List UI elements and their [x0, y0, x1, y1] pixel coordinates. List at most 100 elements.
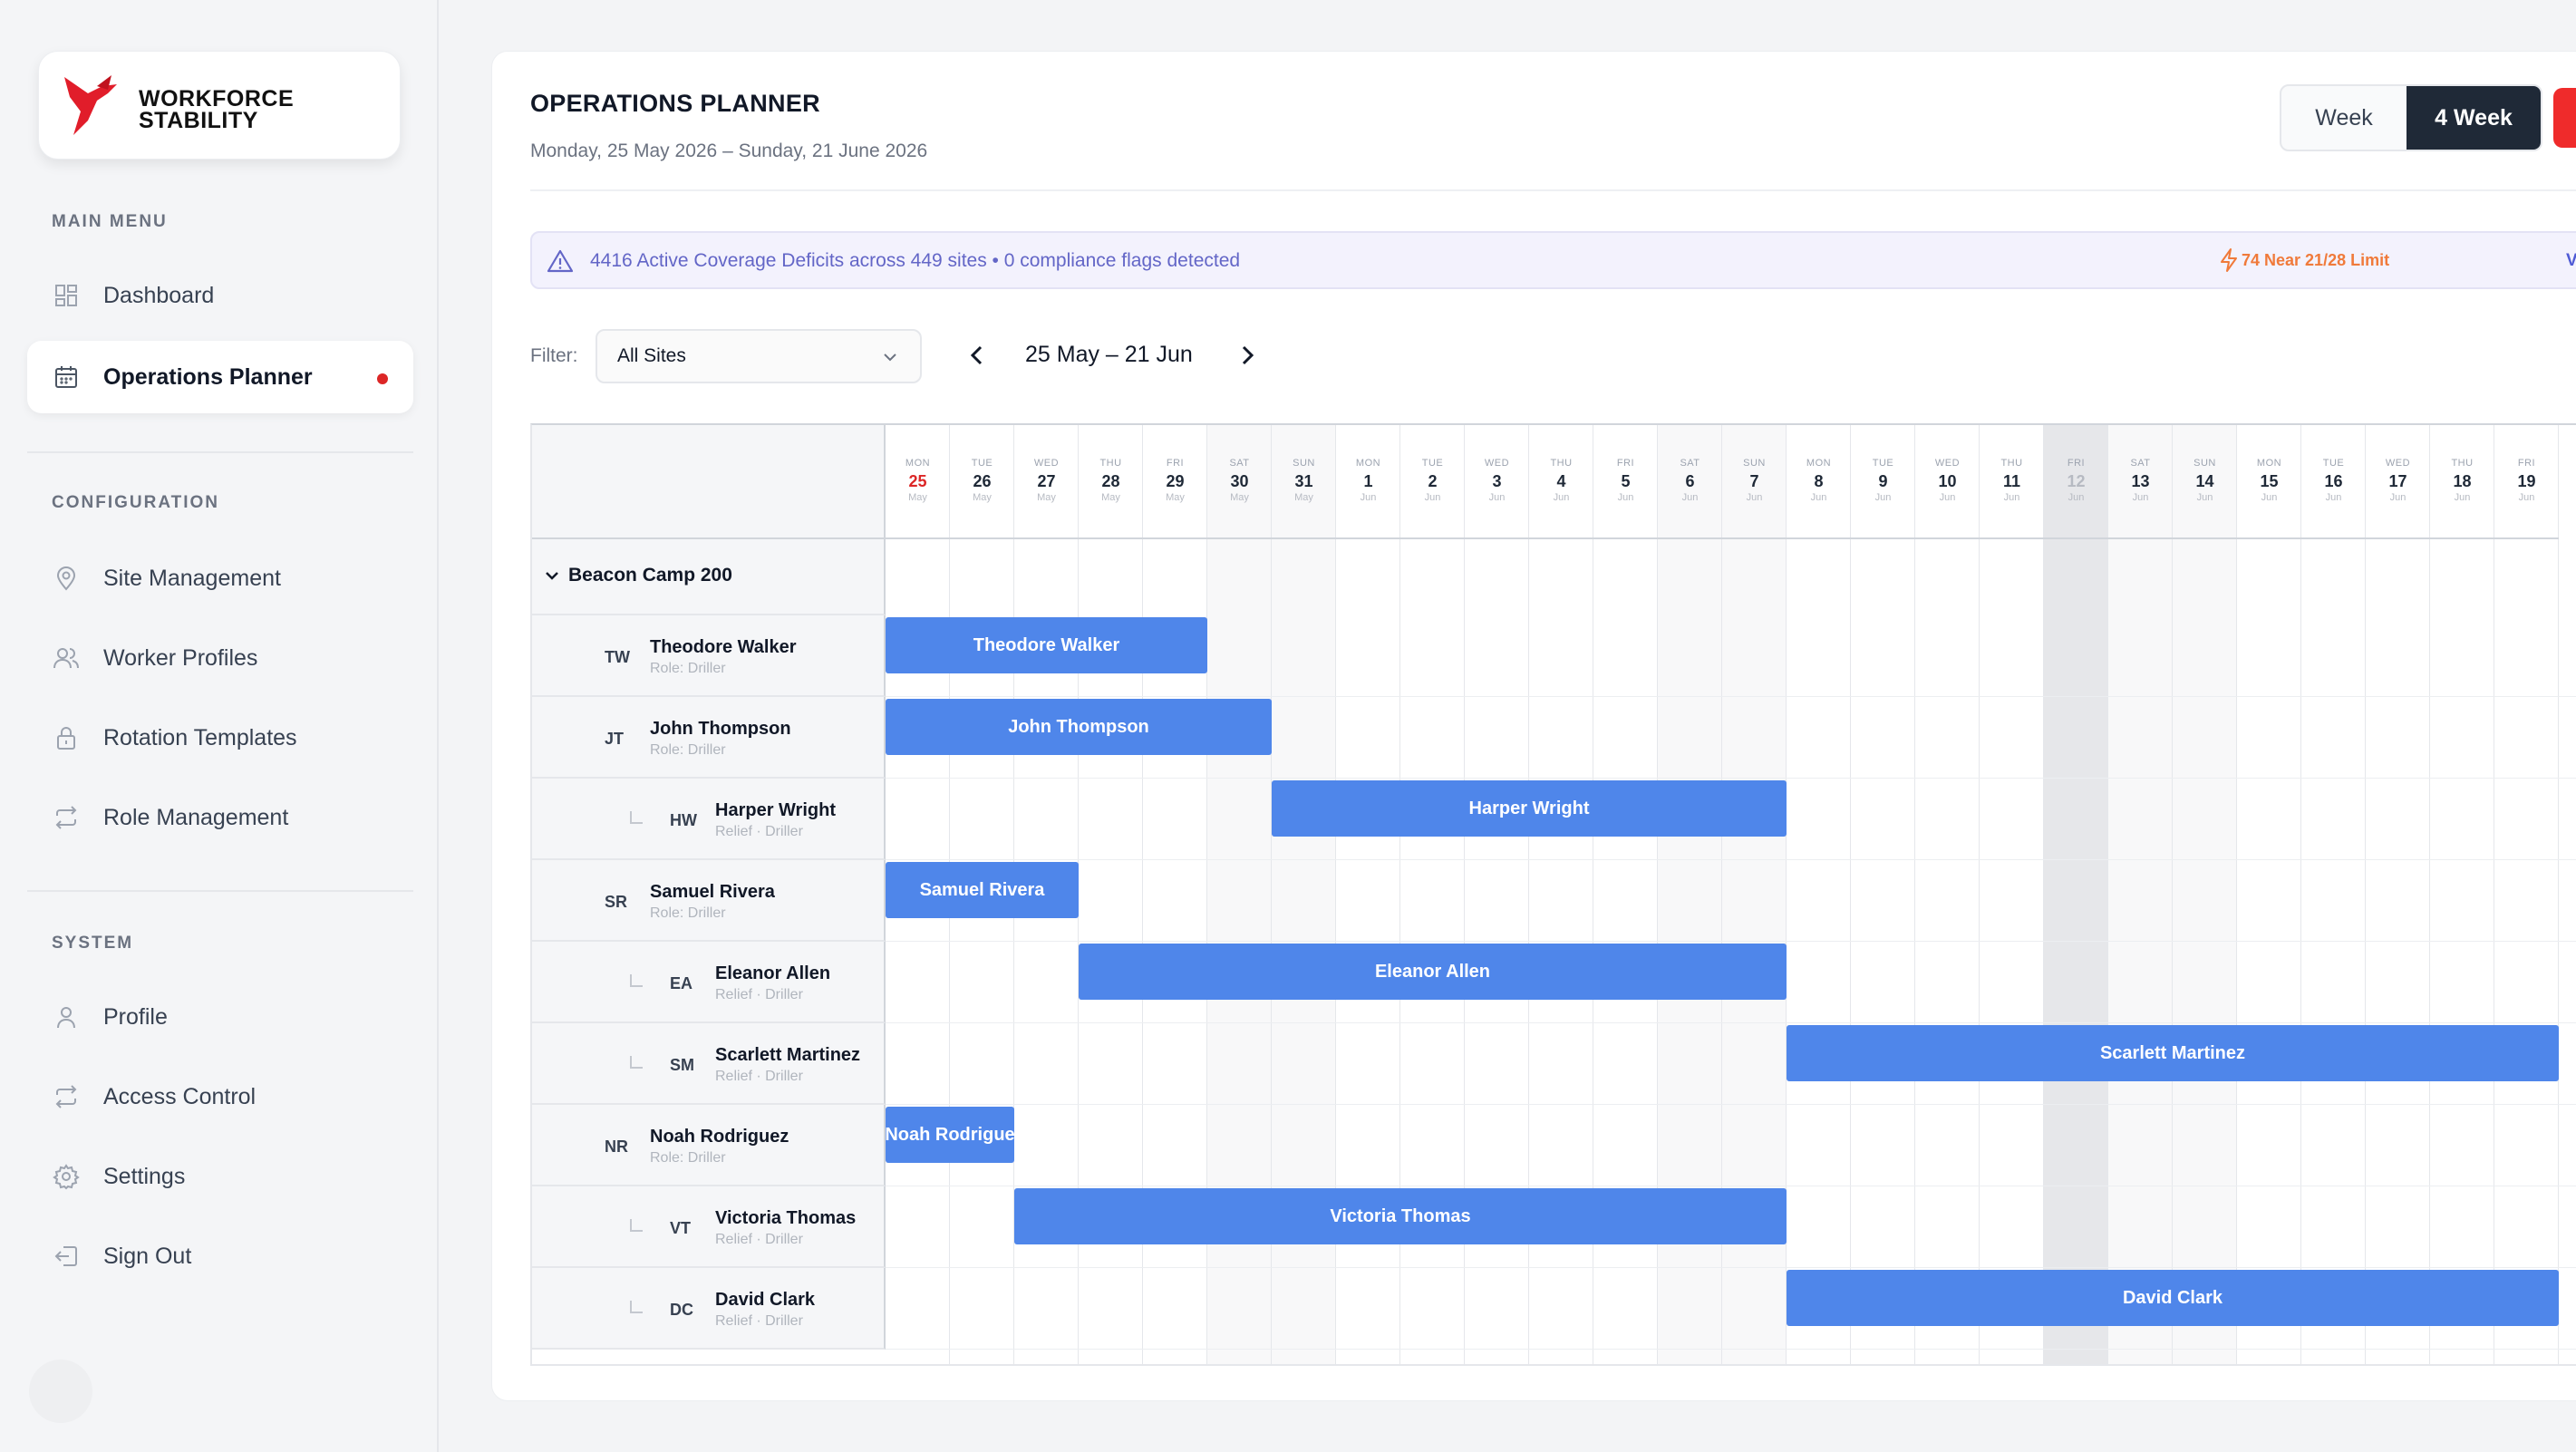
day-header[interactable]: THU 18 Jun	[2430, 425, 2494, 539]
brand-name: WORKFORCE STABILITY	[139, 88, 294, 132]
sidebar-item-dashboard[interactable]: Dashboard	[27, 259, 413, 332]
day-month: Jun	[2068, 492, 2085, 503]
worker-row[interactable]: NR Noah Rodriguez Role: Driller	[532, 1105, 886, 1186]
day-header[interactable]: FRI 5 Jun	[1593, 425, 1658, 539]
grid-icon	[53, 282, 80, 309]
day-header[interactable]: FRI 19 Jun	[2494, 425, 2559, 539]
day-column	[2108, 425, 2173, 1364]
sidebar-item-rotation-templates[interactable]: Rotation Templates	[27, 702, 413, 774]
day-header[interactable]: MON 25 May	[886, 425, 950, 539]
sidebar-item-profile[interactable]: Profile	[27, 981, 413, 1053]
shift-bar[interactable]: Theodore Walker	[886, 617, 1207, 673]
day-header[interactable]: SAT 30 May	[1207, 425, 1272, 539]
sidebar-item-settings[interactable]: Settings	[27, 1140, 413, 1213]
day-number: 4	[1556, 472, 1566, 490]
primary-action-button[interactable]	[2553, 88, 2576, 148]
day-month: Jun	[1360, 492, 1377, 503]
sidebar-item-access-control[interactable]: Access Control	[27, 1060, 413, 1133]
sidebar-item-role-management[interactable]: Role Management	[27, 781, 413, 854]
site-filter-select[interactable]: All Sites	[596, 329, 922, 383]
day-month: Jun	[1681, 492, 1699, 503]
shift-bar[interactable]: David Clark	[1787, 1270, 2559, 1326]
worker-row[interactable]: HW Harper Wright Relief · Driller	[532, 779, 886, 860]
worker-role: Relief · Driller	[715, 1069, 803, 1084]
day-header[interactable]: SUN 14 Jun	[2173, 425, 2237, 539]
view-week-button[interactable]: Week	[2281, 86, 2407, 150]
shift-bar[interactable]: Victoria Thomas	[1014, 1188, 1787, 1244]
day-header[interactable]: TUE 9 Jun	[1851, 425, 1915, 539]
worker-row[interactable]: TW Theodore Walker Role: Driller	[532, 615, 886, 697]
day-of-week: FRI	[1166, 458, 1185, 469]
day-header[interactable]: WED 3 Jun	[1465, 425, 1529, 539]
shift-bar[interactable]: Harper Wright	[1272, 780, 1787, 837]
brand-logo[interactable]: WORKFORCE STABILITY	[38, 51, 401, 160]
day-column	[2173, 425, 2237, 1364]
notification-dot	[377, 373, 388, 384]
relief-indent-icon	[630, 1219, 643, 1232]
page-title: OPERATIONS PLANNER	[530, 90, 820, 117]
worker-row[interactable]: JT John Thompson Role: Driller	[532, 697, 886, 779]
next-period-button[interactable]	[1234, 342, 1261, 369]
day-of-week: MON	[2256, 458, 2282, 469]
day-of-week: THU	[2451, 458, 2474, 469]
shift-bar[interactable]: Scarlett Martinez	[1787, 1025, 2559, 1081]
shift-bar[interactable]: Noah Rodrigue	[886, 1107, 1014, 1163]
day-header[interactable]: WED 27 May	[1014, 425, 1079, 539]
day-column	[2237, 425, 2301, 1364]
day-month: May	[1294, 492, 1313, 503]
row-divider	[886, 1104, 2576, 1105]
shift-bar[interactable]: Samuel Rivera	[886, 862, 1079, 918]
previous-period-button[interactable]	[964, 342, 991, 369]
day-header[interactable]: THU 28 May	[1079, 425, 1143, 539]
day-of-week: TUE	[2322, 458, 2345, 469]
day-header[interactable]: THU 11 Jun	[1980, 425, 2044, 539]
day-header[interactable]: FRI 12 Jun	[2044, 425, 2108, 539]
day-number: 2	[1428, 472, 1438, 490]
shift-bar[interactable]: Eleanor Allen	[1079, 944, 1787, 1000]
chevron-down-icon[interactable]	[543, 566, 561, 585]
day-month: Jun	[2261, 492, 2278, 503]
day-header[interactable]: SUN 31 May	[1272, 425, 1336, 539]
day-header[interactable]: FRI 29 May	[1143, 425, 1207, 539]
sidebar-item-sign-out[interactable]: Sign Out	[27, 1220, 413, 1292]
day-header[interactable]: MON 8 Jun	[1787, 425, 1851, 539]
worker-initials: EA	[670, 974, 693, 992]
day-of-week: SUN	[1743, 458, 1766, 469]
day-header[interactable]: SAT 6 Jun	[1658, 425, 1722, 539]
day-number: 10	[1938, 472, 1957, 490]
day-header[interactable]: MON 1 Jun	[1336, 425, 1400, 539]
worker-row[interactable]: DC David Clark Relief · Driller	[532, 1268, 886, 1350]
day-header[interactable]: SAT 13 Jun	[2108, 425, 2173, 539]
sidebar-item-operations-planner[interactable]: Operations Planner	[27, 341, 413, 413]
shift-bar[interactable]: John Thompson	[886, 699, 1272, 755]
worker-row[interactable]: EA Eleanor Allen Relief · Driller	[532, 942, 886, 1023]
day-of-week: FRI	[2517, 458, 2536, 469]
divider	[27, 890, 413, 892]
day-header[interactable]: WED 10 Jun	[1915, 425, 1980, 539]
sidebar-item-worker-profiles[interactable]: Worker Profiles	[27, 622, 413, 694]
worker-name: Eleanor Allen	[715, 963, 831, 983]
day-header[interactable]: SUN 7 Jun	[1722, 425, 1787, 539]
worker-row[interactable]: SR Samuel Rivera Role: Driller	[532, 860, 886, 942]
day-header[interactable]: WED 17 Jun	[2366, 425, 2430, 539]
sidebar-item-label: Profile	[103, 1003, 168, 1030]
avatar[interactable]	[29, 1360, 92, 1423]
view-link[interactable]: VIEW	[2566, 251, 2576, 271]
day-header[interactable]: TUE 2 Jun	[1400, 425, 1465, 539]
day-of-week: TUE	[1872, 458, 1894, 469]
site-group-row[interactable]: Beacon Camp 200	[532, 539, 886, 615]
day-header[interactable]: TUE 16 Jun	[2301, 425, 2366, 539]
day-month: Jun	[1746, 492, 1763, 503]
worker-row[interactable]: SM Scarlett Martinez Relief · Driller	[532, 1023, 886, 1105]
sidebar-item-site-management[interactable]: Site Management	[27, 542, 413, 615]
day-header[interactable]: THU 4 Jun	[1529, 425, 1593, 539]
bird-logo-icon	[64, 75, 117, 135]
day-header[interactable]: MON 15 Jun	[2237, 425, 2301, 539]
chevron-down-icon	[884, 353, 896, 362]
configuration-title: CONFIGURATION	[52, 493, 220, 512]
day-of-week: MON	[1806, 458, 1832, 469]
worker-row[interactable]: VT Victoria Thomas Relief · Driller	[532, 1186, 886, 1268]
day-header[interactable]: TUE 26 May	[950, 425, 1014, 539]
day-column	[1851, 425, 1915, 1364]
view-4-week-button[interactable]: 4 Week	[2407, 86, 2541, 150]
